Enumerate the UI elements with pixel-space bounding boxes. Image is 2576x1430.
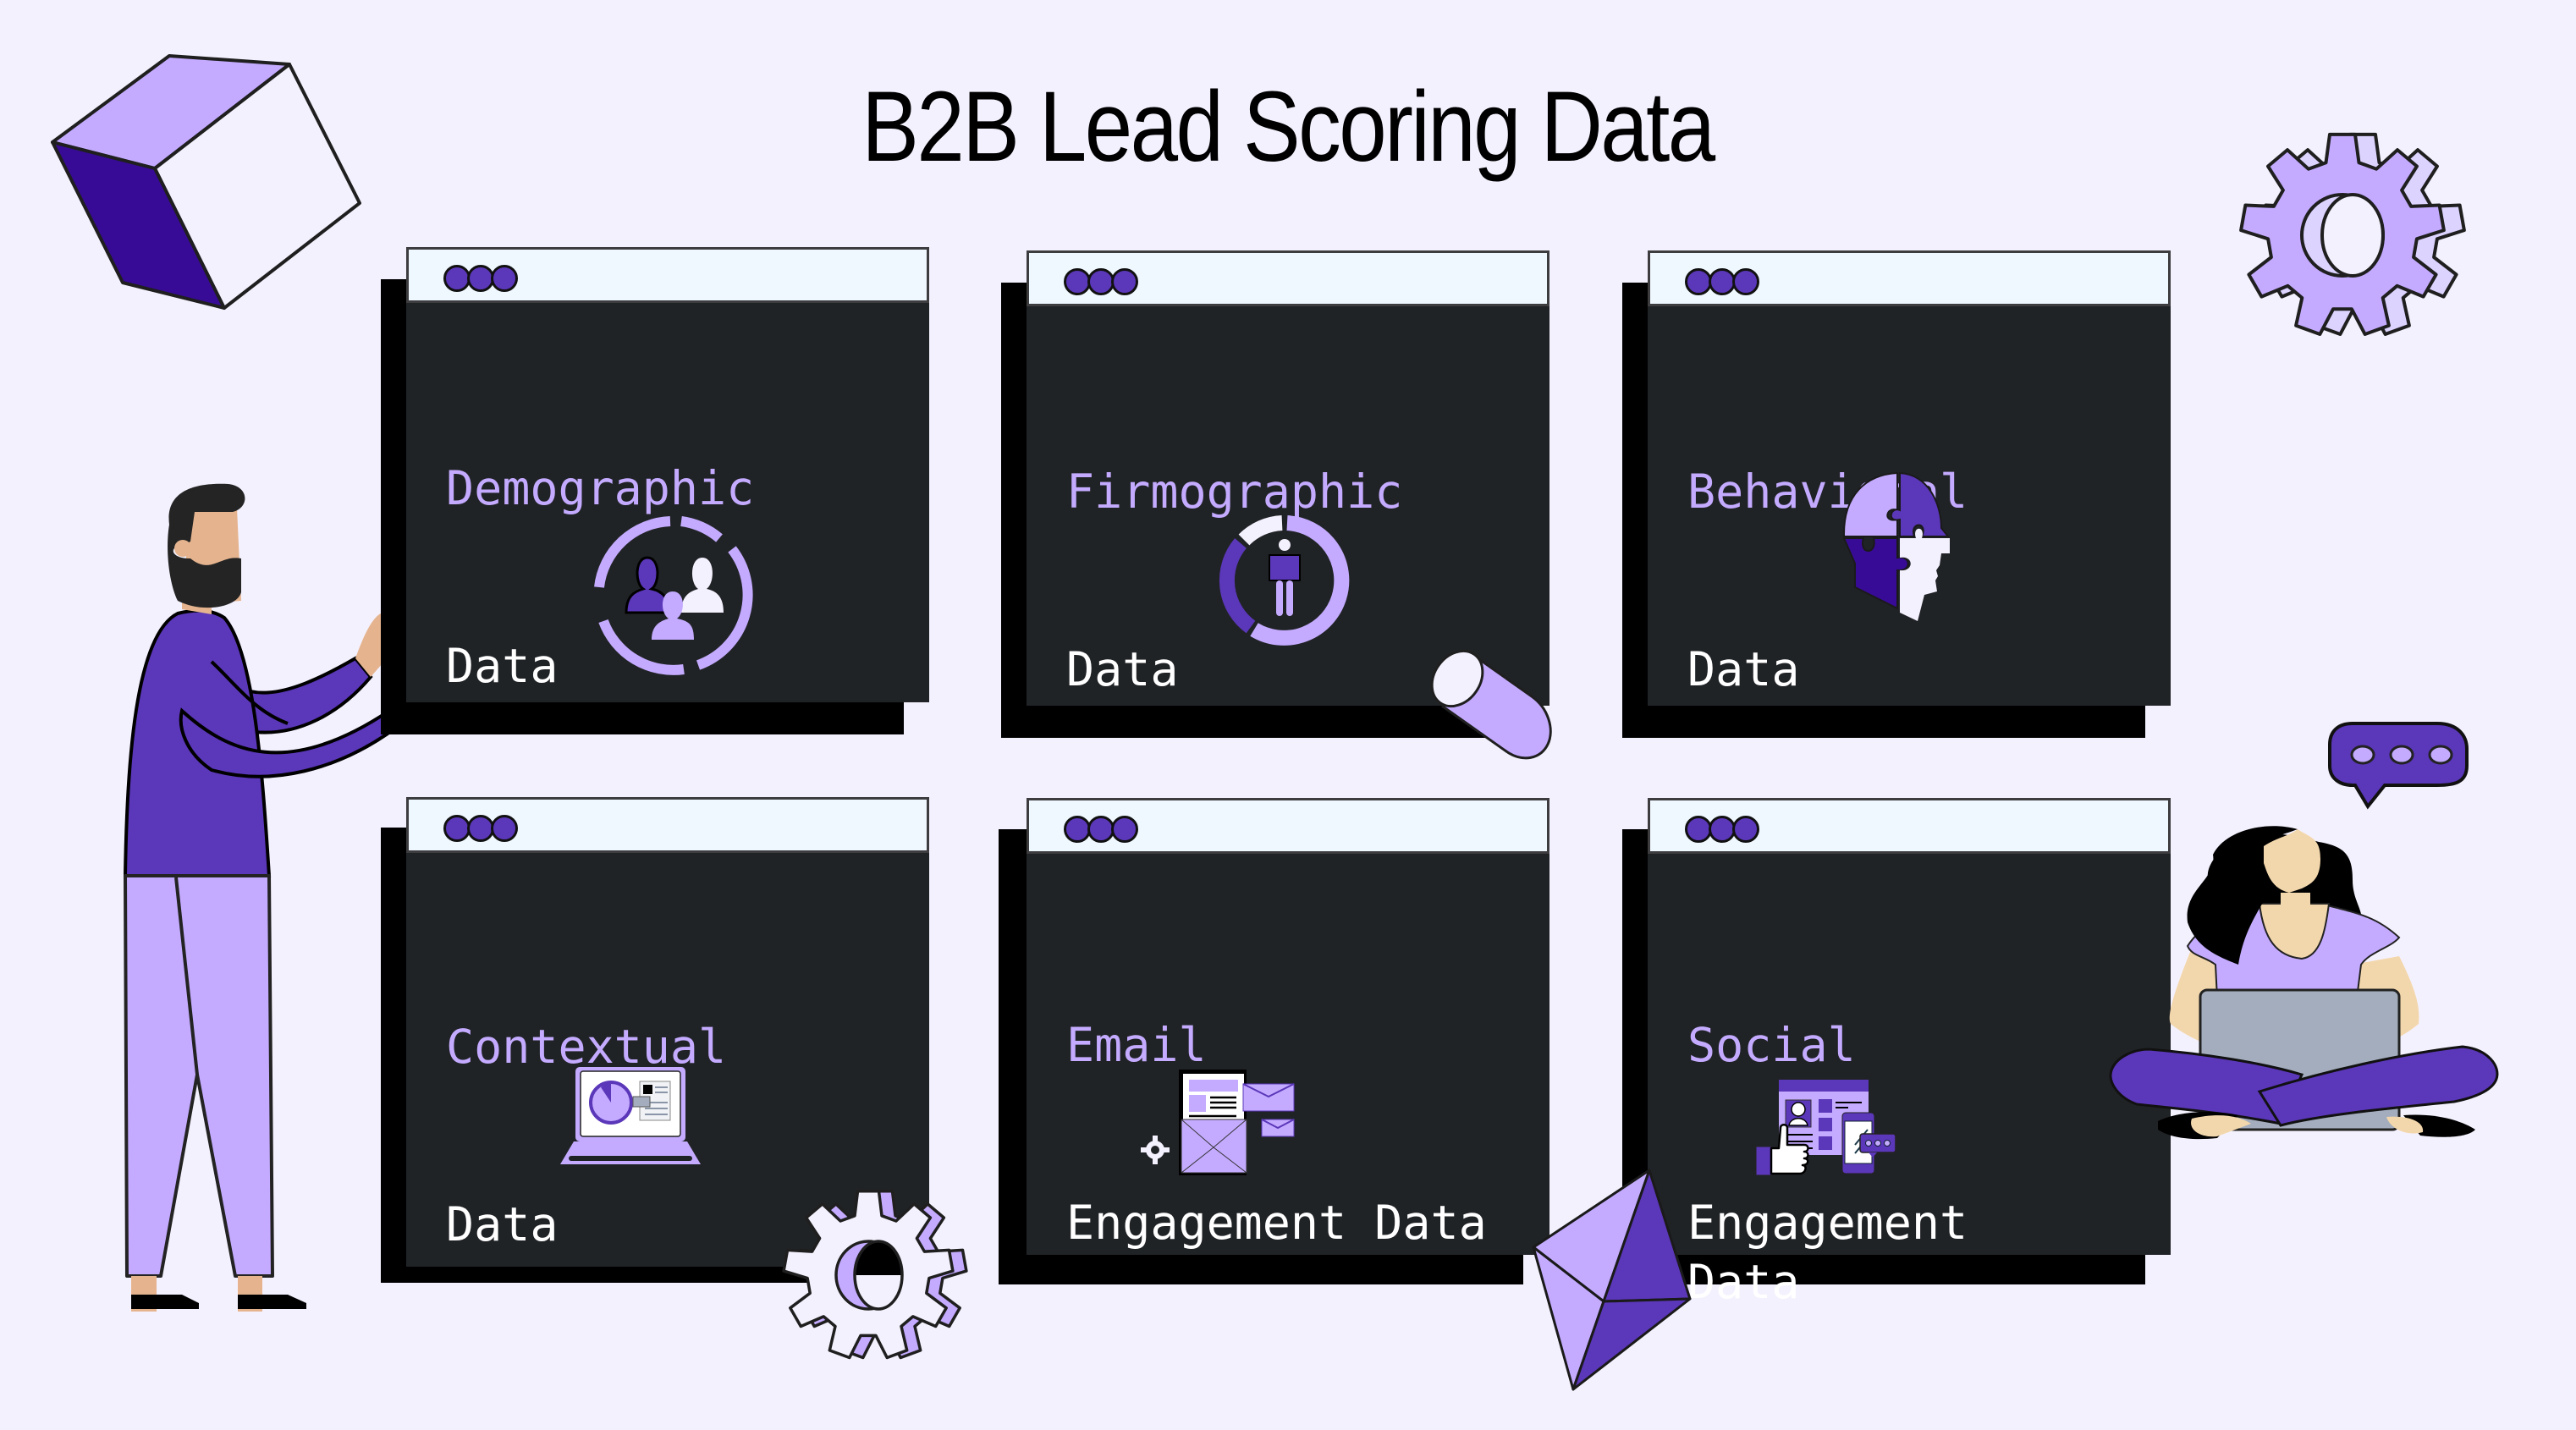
card-behavioral[interactable]: Behavioral Data xyxy=(1648,250,2171,706)
card-titlebar xyxy=(406,797,929,853)
gear-icon xyxy=(782,1190,968,1360)
card-heading-main: Engagement Data xyxy=(1687,1196,1968,1309)
card-heading-main: Data xyxy=(446,1197,559,1251)
card-titlebar xyxy=(1027,798,1549,854)
social-like-profile-icon xyxy=(1755,1080,1896,1176)
window-dot xyxy=(1111,816,1138,843)
card-firmographic[interactable]: Firmographic Data xyxy=(1027,250,1549,706)
card-heading-accent: Social xyxy=(1687,1018,1856,1072)
card-heading-accent: Email xyxy=(1066,1018,1207,1072)
window-dot xyxy=(1732,268,1759,295)
window-dot xyxy=(1111,268,1138,295)
card-titlebar xyxy=(1027,250,1549,306)
email-envelopes-icon xyxy=(1141,1070,1295,1175)
page-title: B2B Lead Scoring Data xyxy=(861,71,1715,183)
card-demographic[interactable]: Demographic Data xyxy=(406,247,929,702)
people-group-icon xyxy=(594,516,753,675)
card-heading-main: Engagement Data xyxy=(1066,1196,1487,1250)
card-heading-main: Data xyxy=(1687,642,1800,696)
gem-icon xyxy=(1532,1169,1692,1391)
person-donut-chart-icon xyxy=(1219,515,1350,646)
window-dot xyxy=(491,815,518,842)
card-titlebar xyxy=(406,247,929,303)
cylinder-icon xyxy=(1430,649,1552,760)
card-titlebar xyxy=(1648,250,2171,306)
card-titlebar xyxy=(1648,798,2171,854)
card-heading-accent: Demographic xyxy=(446,461,755,515)
puzzle-head-icon xyxy=(1842,471,1951,621)
window-dot xyxy=(491,265,518,292)
card-email-engagement[interactable]: Email Engagement Data xyxy=(1027,798,1549,1255)
woman-with-laptop-illustration xyxy=(2109,826,2499,1140)
gear-icon xyxy=(2239,132,2466,336)
laptop-analytics-icon xyxy=(560,1067,701,1164)
window-dot xyxy=(1732,816,1759,843)
cube-icon xyxy=(51,54,361,310)
